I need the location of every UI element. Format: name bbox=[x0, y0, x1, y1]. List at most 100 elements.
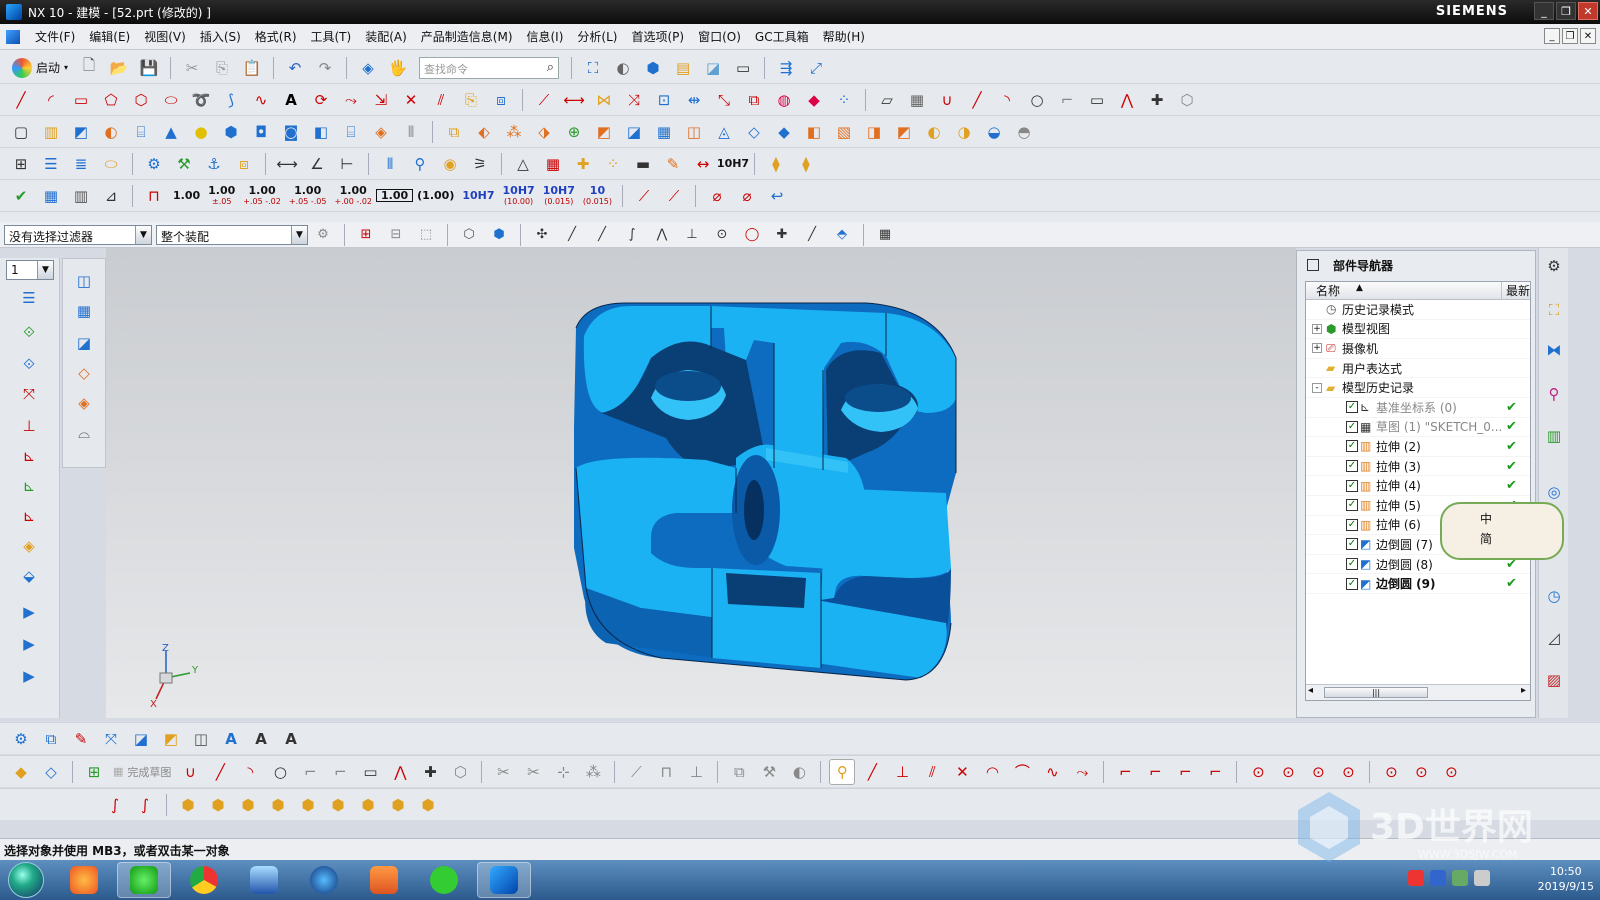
sketch-constraint-icon[interactable]: ⊓ bbox=[653, 759, 679, 785]
dim-format-5[interactable]: 1.00 +.00 -.02 bbox=[330, 185, 376, 207]
ellipse-icon[interactable]: ⬭ bbox=[158, 87, 184, 113]
sketch-snap-icon[interactable]: ⚲ bbox=[829, 758, 856, 785]
navigator-row[interactable]: ◷ 历史记录模式 bbox=[1306, 300, 1530, 320]
wrap-curve-icon[interactable]: ⊡ bbox=[651, 87, 677, 113]
dim-format-11[interactable]: 10 (0.015) bbox=[579, 185, 616, 207]
fillet-icon[interactable]: ⌐ bbox=[1054, 87, 1080, 113]
feature-checkbox[interactable]: ✓ bbox=[1346, 538, 1358, 551]
menu-pmi[interactable]: 产品制造信息(M) bbox=[414, 28, 520, 45]
dim-format-7[interactable]: (1.00) bbox=[413, 190, 458, 201]
sketch-circle-2-icon[interactable]: ○ bbox=[267, 759, 293, 785]
chamfer-icon[interactable]: ◪ bbox=[621, 119, 647, 145]
save-icon[interactable]: 💾 bbox=[136, 55, 162, 81]
render-style-icon[interactable]: ◐ bbox=[610, 55, 636, 81]
curve-fit-icon[interactable]: ∫ bbox=[102, 792, 128, 818]
sphere-icon[interactable]: ● bbox=[188, 119, 214, 145]
web-browser-tab-icon[interactable]: ◎ bbox=[1541, 480, 1567, 504]
edit-object-icon[interactable]: ✎ bbox=[68, 726, 94, 752]
view-b-icon[interactable]: ▶ bbox=[16, 632, 42, 656]
face-tool-f-icon[interactable]: ⬢ bbox=[325, 792, 351, 818]
curve-corner-a-icon[interactable]: ⌐ bbox=[1112, 759, 1138, 785]
dim-format-8[interactable]: 10H7 bbox=[458, 190, 498, 201]
menu-file[interactable]: 文件(F) bbox=[28, 28, 82, 45]
taskbar-app-1[interactable] bbox=[57, 862, 111, 898]
extrude-icon[interactable]: ▥ bbox=[38, 119, 64, 145]
wcs-rotate-icon[interactable]: ⤧ bbox=[16, 382, 42, 406]
roles-tab-icon[interactable]: ▨ bbox=[1541, 668, 1567, 692]
mirror-curve-icon[interactable]: ⇹ bbox=[681, 87, 707, 113]
dim-format-9[interactable]: 10H7 (10.00) bbox=[499, 185, 539, 207]
view-c-icon[interactable]: ▶ bbox=[16, 664, 42, 688]
sketch-point-icon[interactable]: ✚ bbox=[417, 759, 443, 785]
arc-icon[interactable]: ◜ bbox=[38, 87, 64, 113]
menu-format[interactable]: 格式(R) bbox=[248, 28, 304, 45]
layer-settings-icon[interactable]: ▤ bbox=[670, 55, 696, 81]
sketch-convert-icon[interactable]: ⚒ bbox=[756, 759, 782, 785]
snap-quadrant-icon[interactable]: ⊥ bbox=[679, 222, 705, 248]
diameter-icon[interactable]: ⌀ bbox=[704, 183, 730, 209]
pen-icon[interactable]: ✎ bbox=[660, 151, 686, 177]
dim-format-3[interactable]: 1.00 +.05 -.02 bbox=[239, 185, 285, 207]
menu-edit[interactable]: 编辑(E) bbox=[82, 28, 137, 45]
feature-checkbox[interactable]: ✓ bbox=[1346, 558, 1358, 571]
feature-checkbox[interactable]: ✓ bbox=[1346, 479, 1358, 492]
save-wcs-icon[interactable]: ⊾ bbox=[16, 504, 42, 528]
collapse-icon[interactable]: - bbox=[1312, 382, 1322, 393]
type-filter-select[interactable]: 没有选择过滤器 ▼ bbox=[4, 224, 152, 245]
boss-icon[interactable]: ◙ bbox=[278, 119, 304, 145]
doc-minimize-button[interactable]: _ bbox=[1544, 28, 1560, 44]
annotation-style-icon[interactable]: A bbox=[278, 726, 304, 752]
grid-icon[interactable]: ▦ bbox=[904, 87, 930, 113]
checkmate-icon[interactable]: ✔ bbox=[8, 183, 34, 209]
new-file-icon[interactable]: 🗋 bbox=[76, 55, 102, 81]
through-curves-icon[interactable]: ◑ bbox=[951, 119, 977, 145]
command-search-input[interactable]: 查找命令 ⌕ bbox=[419, 56, 560, 79]
bolt-icon[interactable]: ⚲ bbox=[407, 151, 433, 177]
open-folder-icon[interactable]: 📂 bbox=[106, 55, 132, 81]
sketch-display-icon[interactable]: ◐ bbox=[786, 759, 812, 785]
thread-callout-icon[interactable]: 10H7 bbox=[717, 151, 749, 177]
select-all-icon[interactable]: ⊞ bbox=[353, 222, 379, 248]
nx5-feature-icon[interactable]: ⬢ bbox=[218, 119, 244, 145]
snap-quadrant-2-icon[interactable]: ∿ bbox=[1039, 759, 1065, 785]
sketch-arc-icon[interactable]: ◝ bbox=[994, 87, 1020, 113]
face-tool-b-icon[interactable]: ⬢ bbox=[205, 792, 231, 818]
menu-gc-toolkit[interactable]: GC工具箱 bbox=[748, 28, 816, 45]
project-curve-icon[interactable]: ⇲ bbox=[368, 87, 394, 113]
snap-intersection-icon[interactable]: ∫ bbox=[619, 222, 645, 248]
paste-icon[interactable]: 📋 bbox=[239, 55, 265, 81]
undo-icon[interactable]: ↶ bbox=[282, 55, 308, 81]
wechat-icon[interactable] bbox=[417, 862, 471, 898]
angular-dim-icon[interactable]: ⟋ bbox=[631, 183, 657, 209]
chevron-down-icon[interactable]: ▼ bbox=[291, 225, 307, 244]
navigator-row[interactable]: ✓ ▦ 草图 (1) "SKETCH_0... ✔ bbox=[1306, 418, 1530, 438]
menu-tools[interactable]: 工具(T) bbox=[304, 28, 359, 45]
work-layer-select[interactable]: 1 ▼ bbox=[6, 260, 54, 280]
surface-fill-icon[interactable]: ⌓ bbox=[71, 421, 97, 445]
chain-dim-icon[interactable]: ⟋ bbox=[661, 183, 687, 209]
revolve-icon[interactable]: ◐ bbox=[98, 119, 124, 145]
bounded-plane-icon[interactable]: ◓ bbox=[1011, 119, 1037, 145]
menu-preferences[interactable]: 首选项(P) bbox=[624, 28, 691, 45]
sketch-line-icon[interactable]: ╱ bbox=[964, 87, 990, 113]
snap-control-2-icon[interactable]: ⫽ bbox=[919, 759, 945, 785]
expand-icon[interactable]: + bbox=[1312, 323, 1322, 334]
thread-feature-icon[interactable]: ⦀ bbox=[398, 119, 424, 145]
sketch-fillet-icon[interactable]: ⌐ bbox=[297, 759, 323, 785]
menu-insert[interactable]: 插入(S) bbox=[193, 28, 248, 45]
chevron-down-icon[interactable]: ▼ bbox=[135, 225, 151, 244]
face-tool-a-icon[interactable]: ⬢ bbox=[175, 792, 201, 818]
wcs-link-icon[interactable]: ⬙ bbox=[16, 564, 42, 588]
ime-widget[interactable]: 中 简 bbox=[1440, 502, 1564, 560]
part-model[interactable] bbox=[106, 248, 1296, 718]
sketch-rectangle-icon[interactable]: ▭ bbox=[1084, 87, 1110, 113]
navigator-row[interactable]: + ⎚ 摄像机 bbox=[1306, 339, 1530, 359]
law-curve-icon[interactable]: ⟆ bbox=[218, 87, 244, 113]
wcs-origin-icon[interactable]: ⟐ bbox=[16, 320, 42, 344]
display-wcs-icon[interactable]: ◈ bbox=[16, 534, 42, 558]
dim-format-1[interactable]: 1.00 bbox=[169, 190, 204, 201]
feature-checkbox[interactable]: ✓ bbox=[1346, 518, 1358, 531]
thread-icon[interactable]: ⦀ bbox=[377, 151, 403, 177]
rectangle-icon[interactable]: ▭ bbox=[68, 87, 94, 113]
part-family-icon[interactable]: ⁘ bbox=[600, 151, 626, 177]
